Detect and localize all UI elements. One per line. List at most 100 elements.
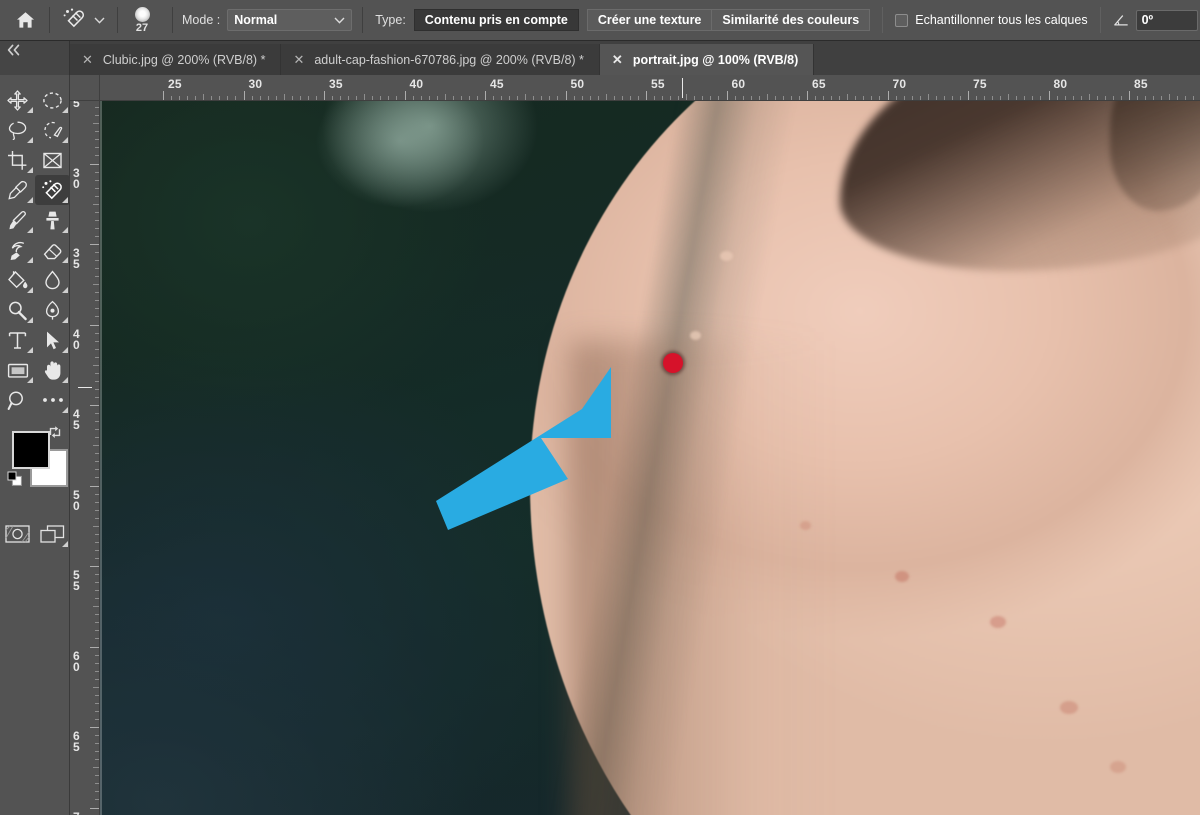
ruler-label: 75 bbox=[973, 77, 987, 91]
flyout-indicator bbox=[27, 227, 33, 233]
tool-history-brush[interactable] bbox=[0, 235, 35, 265]
ruler-tick-minor bbox=[95, 533, 99, 535]
clone-stamp-icon bbox=[46, 211, 59, 229]
close-icon[interactable]: ✕ bbox=[293, 53, 304, 66]
ruler-tick-minor bbox=[95, 268, 99, 270]
ruler-tick-minor bbox=[750, 96, 752, 100]
foreground-color-swatch[interactable] bbox=[12, 431, 50, 469]
brush-angle-input[interactable]: 0º bbox=[1135, 9, 1198, 31]
ruler-tick-minor bbox=[95, 356, 99, 358]
hand-icon bbox=[44, 360, 61, 380]
ruler-tick-minor bbox=[95, 276, 99, 278]
tool-spot-healing-brush[interactable] bbox=[35, 175, 70, 205]
ruler-tick-minor bbox=[388, 96, 390, 100]
document-tab-clubic[interactable]: ✕ Clubic.jpg @ 200% (RVB/8) * bbox=[70, 44, 282, 75]
tool-rectangle[interactable] bbox=[0, 355, 35, 385]
ruler-tick-minor bbox=[1096, 96, 1098, 100]
collapse-panel-button[interactable] bbox=[0, 41, 70, 75]
tool-zoom[interactable] bbox=[0, 385, 35, 415]
quick-mask-button[interactable] bbox=[0, 519, 35, 549]
color-swatches bbox=[0, 423, 70, 515]
image-left-border bbox=[100, 101, 102, 815]
tool-pen[interactable] bbox=[35, 295, 70, 325]
tool-preset-picker[interactable] bbox=[59, 7, 108, 33]
home-button[interactable] bbox=[10, 6, 40, 34]
ruler-tick-minor bbox=[315, 96, 317, 100]
type-option-create-texture[interactable]: Créer une texture bbox=[586, 9, 713, 31]
sample-all-layers-checkbox[interactable]: Echantillonner tous les calques bbox=[895, 13, 1088, 27]
swap-colors-button[interactable] bbox=[48, 425, 62, 444]
tool-hand[interactable] bbox=[35, 355, 70, 385]
horizontal-ruler[interactable]: 25 30 35 40 45 50 55 60 65 70 75 80 85 bbox=[100, 75, 1200, 101]
document-tab-adult-cap-fashion[interactable]: ✕ adult-cap-fashion-670786.jpg @ 200% (R… bbox=[281, 44, 600, 75]
tool-move[interactable] bbox=[0, 85, 35, 115]
document-tab-portrait[interactable]: ✕ portrait.jpg @ 100% (RVB/8) bbox=[599, 44, 815, 75]
ruler-tick-minor bbox=[95, 541, 99, 543]
blend-mode-select[interactable]: Normal bbox=[227, 9, 353, 31]
tool-eyedropper[interactable] bbox=[0, 175, 35, 205]
separator-2 bbox=[117, 7, 118, 33]
tool-brush[interactable] bbox=[0, 205, 35, 235]
tool-dodge[interactable] bbox=[0, 295, 35, 325]
tool-path-selection[interactable] bbox=[35, 325, 70, 355]
tool-marquee[interactable] bbox=[35, 85, 70, 115]
ruler-tick-minor bbox=[831, 96, 833, 100]
canvas-area[interactable] bbox=[100, 101, 1200, 815]
ruler-tick-minor bbox=[557, 96, 559, 100]
screen-mode-button[interactable] bbox=[35, 519, 70, 549]
ruler-label: 55 bbox=[73, 568, 80, 593]
tool-object-selection[interactable] bbox=[35, 115, 70, 145]
ruler-tick-minor bbox=[412, 96, 414, 100]
ruler-tick-minor bbox=[517, 96, 519, 100]
ruler-tick-minor bbox=[95, 582, 99, 584]
tool-clone-stamp[interactable] bbox=[35, 205, 70, 235]
flyout-indicator bbox=[62, 287, 68, 293]
ruler-tick-minor bbox=[1169, 94, 1171, 100]
ruler-label: 85 bbox=[1134, 77, 1148, 91]
flyout-indicator bbox=[27, 197, 33, 203]
ruler-label: 40 bbox=[73, 326, 80, 352]
ruler-tick-minor bbox=[95, 252, 99, 254]
flyout-indicator bbox=[62, 257, 68, 263]
close-icon[interactable]: ✕ bbox=[82, 53, 93, 66]
ruler-tick-major bbox=[485, 91, 486, 100]
ruler-tick-minor bbox=[95, 308, 99, 310]
brush-preset-picker[interactable]: 27 bbox=[127, 6, 157, 34]
annotation-red-dot bbox=[663, 353, 683, 373]
tool-eraser[interactable] bbox=[35, 235, 70, 265]
ruler-tick-minor bbox=[1088, 94, 1090, 100]
ruler-tick-minor bbox=[589, 96, 591, 100]
ruler-tick-minor bbox=[95, 638, 99, 640]
options-bar: 27 Mode : Normal Type: Contenu pris en c… bbox=[0, 0, 1200, 41]
ruler-corner[interactable] bbox=[70, 75, 100, 101]
tool-crop[interactable] bbox=[0, 145, 35, 175]
type-option-content-aware[interactable]: Contenu pris en compte bbox=[413, 9, 579, 31]
ruler-tick-minor bbox=[654, 96, 656, 100]
angle-icon bbox=[1113, 15, 1128, 26]
ruler-tick-minor bbox=[372, 96, 374, 100]
tool-type[interactable] bbox=[0, 325, 35, 355]
ruler-tick-minor bbox=[291, 96, 293, 100]
default-colors-button[interactable] bbox=[7, 471, 23, 492]
tool-lasso[interactable] bbox=[0, 115, 35, 145]
ruler-tick-minor bbox=[847, 94, 849, 100]
vertical-ruler[interactable]: 25 30 35 40 45 50 55 60 65 70 bbox=[70, 101, 100, 815]
ruler-tick-minor bbox=[219, 96, 221, 100]
ruler-label: 55 bbox=[651, 77, 665, 91]
tool-paint-bucket[interactable] bbox=[0, 265, 35, 295]
type-option-color-match[interactable]: Similarité des couleurs bbox=[712, 9, 871, 31]
tool-edit-toolbar[interactable] bbox=[35, 385, 70, 415]
ruler-tick-minor bbox=[1161, 96, 1163, 100]
document-image[interactable] bbox=[100, 101, 1200, 815]
ruler-tick-minor bbox=[95, 155, 99, 157]
history-brush-icon bbox=[10, 241, 25, 260]
tool-blur[interactable] bbox=[35, 265, 70, 295]
photo-blemish bbox=[690, 331, 701, 340]
flyout-indicator bbox=[27, 287, 33, 293]
ruler-label: 70 bbox=[892, 77, 907, 91]
ruler-tick-minor bbox=[468, 96, 470, 100]
ruler-tick-minor bbox=[815, 96, 817, 100]
close-icon[interactable]: ✕ bbox=[612, 53, 623, 66]
ruler-label: 30 bbox=[73, 165, 80, 191]
tool-frame[interactable] bbox=[35, 145, 70, 175]
